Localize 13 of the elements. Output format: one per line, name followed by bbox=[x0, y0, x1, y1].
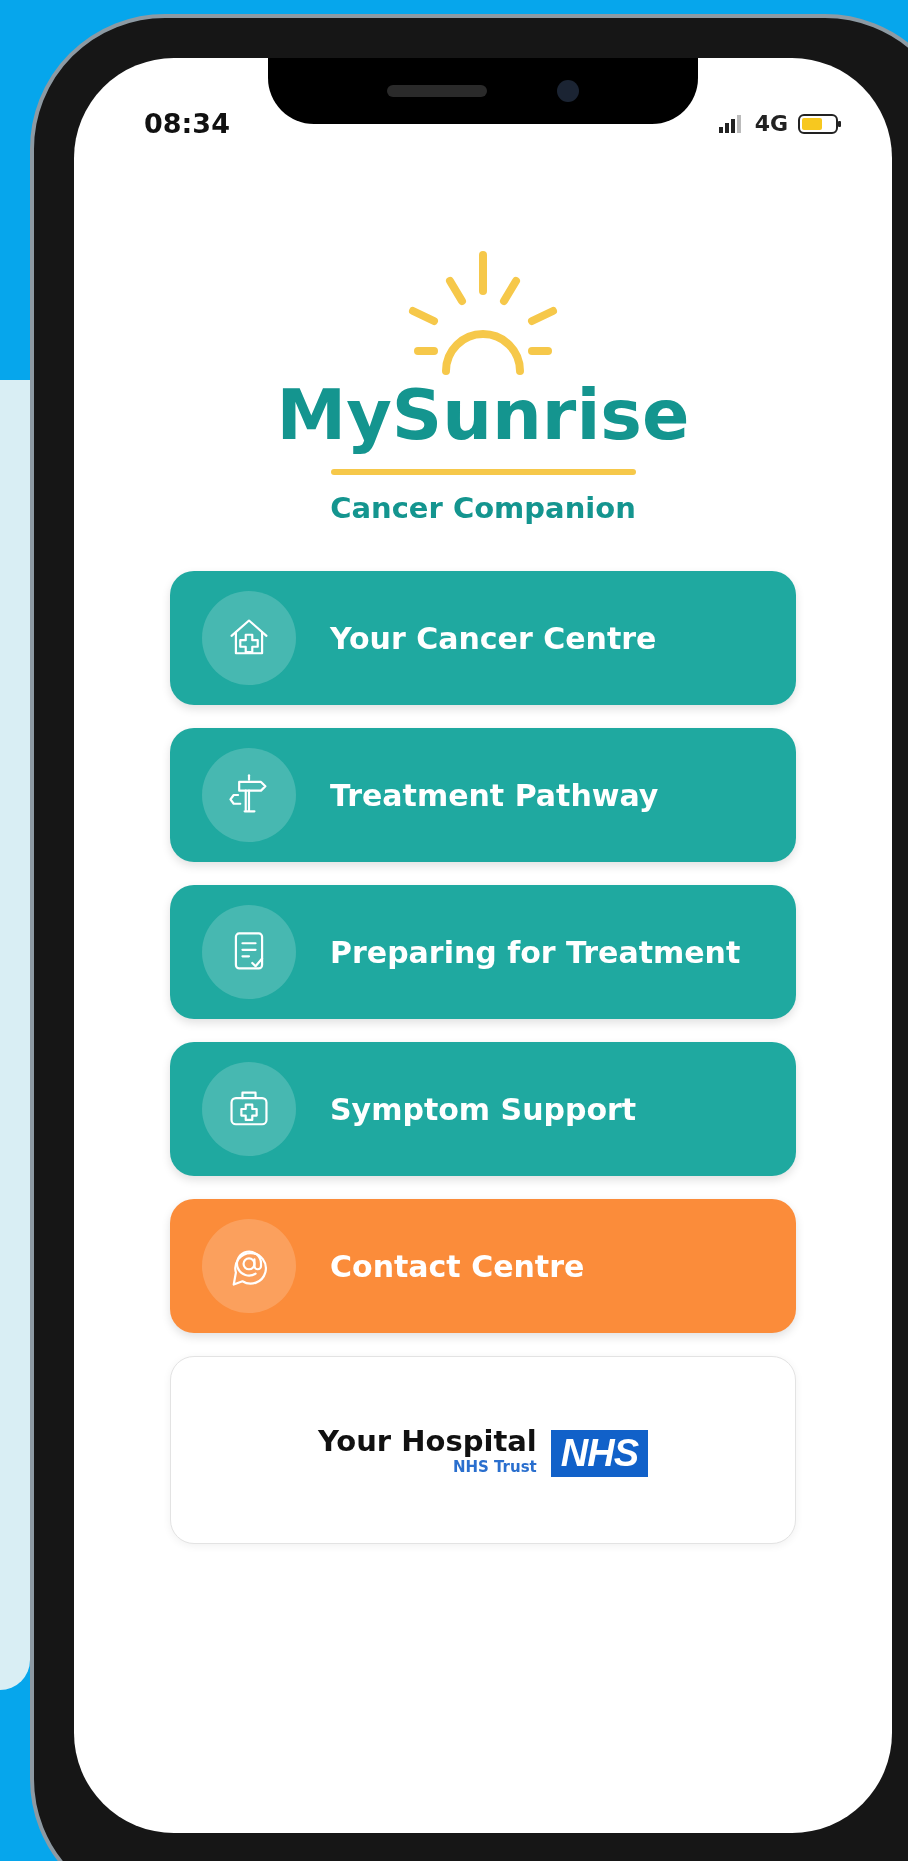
battery-icon bbox=[798, 112, 842, 135]
app-subtitle: Cancer Companion bbox=[330, 491, 636, 525]
menu-button[interactable]: Symptom Support bbox=[170, 1042, 796, 1176]
hospital-name: Your Hospital bbox=[317, 1424, 537, 1458]
menu-button[interactable]: Your Cancer Centre bbox=[170, 571, 796, 705]
menu-button[interactable]: Contact Centre bbox=[170, 1199, 796, 1333]
trust-label: NHS Trust bbox=[452, 1458, 537, 1476]
menu-button[interactable]: Preparing for Treatment bbox=[170, 885, 796, 1019]
status-time: 08:34 bbox=[144, 108, 230, 139]
nhs-logo: NHS bbox=[550, 1429, 649, 1477]
menu-button[interactable]: Treatment Pathway bbox=[170, 728, 796, 862]
app-title: MySunrise bbox=[275, 373, 691, 457]
network-type: 4G bbox=[754, 111, 788, 136]
